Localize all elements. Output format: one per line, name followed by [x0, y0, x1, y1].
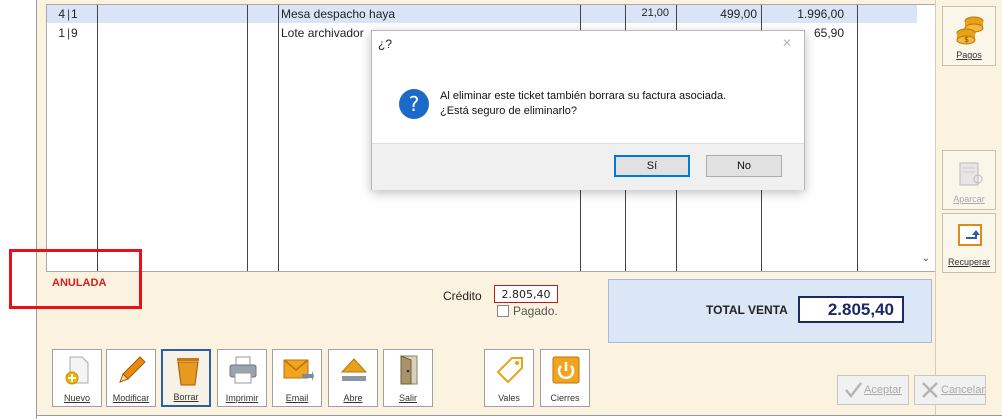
highlight-annotation-box	[9, 249, 142, 309]
confirm-delete-dialog: ¿? ✕ ? Al eliminar este ticket también b…	[371, 30, 805, 190]
modificar-label: Modificar	[112, 393, 150, 403]
invoice-window: 4 | 1 Mesa despacho haya 21,00 499,00 1.…	[0, 0, 1002, 419]
vales-label: Vales	[498, 393, 520, 403]
pagado-label: Pagado.	[513, 304, 558, 318]
total-venta-label: TOTAL VENTA	[706, 303, 788, 317]
total-panel: TOTAL VENTA 2.805,40	[608, 279, 932, 343]
trash-bin-icon	[177, 358, 199, 386]
row-discount: 21,00	[641, 7, 669, 19]
vales-button[interactable]: Vales	[484, 349, 534, 407]
coins-icon: $	[956, 16, 984, 45]
imprimir-label: Imprimir	[225, 393, 259, 403]
row-separator: |	[67, 26, 71, 40]
row-description: Lote archivador	[281, 26, 364, 40]
row-price: 499,00	[720, 7, 757, 21]
recuperar-label: Recuperar	[947, 257, 991, 267]
svg-text:?: ?	[409, 92, 420, 116]
grid-column-divider	[97, 5, 98, 271]
aparcar-label: Aparcar	[953, 194, 985, 204]
pencil-icon	[119, 356, 146, 383]
recuperar-button[interactable]: Recuperar	[942, 213, 996, 273]
row-total: 1.996,00	[797, 7, 844, 21]
pagado-checkbox[interactable]	[497, 305, 509, 317]
dialog-message-line1: Al eliminar este ticket también borrara …	[440, 90, 727, 102]
aceptar-label: Aceptar	[864, 384, 902, 396]
checkmark-icon	[845, 382, 862, 398]
grid-column-divider	[247, 5, 248, 271]
yes-button[interactable]: Sí	[614, 155, 690, 177]
dialog-message-line2: ¿Está seguro de eliminarlo?	[440, 105, 577, 117]
salir-label: Salir	[398, 393, 417, 403]
modificar-button[interactable]: Modificar	[106, 349, 156, 407]
credito-value-field[interactable]: 2.805,40	[494, 285, 558, 303]
new-document-icon	[65, 356, 89, 385]
email-button[interactable]: Email	[272, 349, 322, 407]
tag-icon	[496, 357, 523, 384]
cierres-label: Cierres	[550, 393, 580, 403]
close-icon[interactable]: ✕	[782, 36, 792, 50]
svg-text:$: $	[964, 35, 969, 44]
row-separator: |	[67, 7, 71, 21]
exit-door-icon	[400, 355, 418, 385]
row-qty: 1	[58, 26, 65, 40]
power-icon	[552, 356, 580, 384]
row-qty: 4	[58, 7, 65, 21]
nuevo-label: Nuevo	[63, 393, 90, 403]
row-code: 9	[71, 26, 78, 40]
credito-label: Crédito	[443, 289, 482, 303]
eject-icon	[340, 358, 368, 381]
dialog-footer: Sí No	[372, 143, 804, 190]
cancelar-label: Cancelar	[941, 384, 986, 396]
borrar-button[interactable]: Borrar	[161, 349, 211, 407]
pagos-label: Pagos	[956, 50, 982, 60]
window-bottom-border	[36, 415, 1002, 416]
abre-label: Abre	[343, 393, 363, 403]
no-button[interactable]: No	[706, 155, 782, 177]
salir-button[interactable]: Salir	[383, 349, 433, 407]
printer-icon	[229, 356, 257, 384]
pagos-button[interactable]: $ Pagos	[942, 6, 996, 66]
abre-button[interactable]: Abre	[328, 349, 378, 407]
park-ticket-icon	[959, 162, 983, 186]
imprimir-button[interactable]: Imprimir	[217, 349, 267, 407]
borrar-label: Borrar	[173, 392, 199, 402]
grid-column-divider	[857, 5, 858, 271]
email-label: Email	[285, 393, 309, 403]
row-code: 1	[71, 7, 78, 21]
total-venta-value: 2.805,40	[798, 296, 904, 323]
cancel-x-icon	[922, 382, 938, 398]
dialog-title: ¿?	[378, 37, 393, 51]
cierres-button[interactable]: Cierres	[540, 349, 590, 407]
recover-ticket-icon	[958, 224, 982, 246]
row-description: Mesa despacho haya	[281, 7, 396, 21]
question-icon: ?	[399, 89, 429, 119]
aparcar-button[interactable]: Aparcar	[942, 150, 996, 210]
cancelar-button[interactable]: Cancelar	[914, 375, 986, 405]
scroll-down-icon[interactable]: ⌄	[919, 253, 933, 267]
grid-column-divider	[278, 5, 279, 271]
nuevo-button[interactable]: Nuevo	[52, 349, 102, 407]
aceptar-button[interactable]: Aceptar	[837, 375, 909, 405]
envelope-icon	[283, 359, 314, 381]
